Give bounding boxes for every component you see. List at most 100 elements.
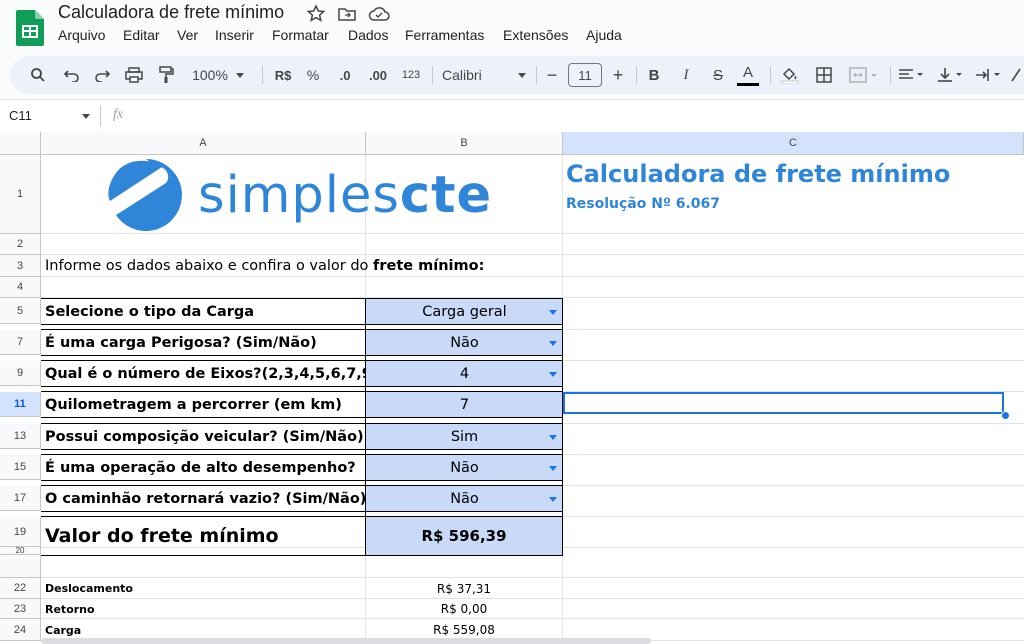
intro-bold: frete mínimo: — [373, 258, 485, 274]
form-dropdown-alto-desempenho[interactable]: Não — [366, 455, 563, 480]
zoom-select[interactable]: 100% — [188, 56, 248, 94]
menu-formatar[interactable]: Formatar — [272, 27, 329, 43]
text-wrapping-icon[interactable] — [972, 56, 1006, 94]
menu-arquivo[interactable]: Arquivo — [58, 27, 105, 43]
form-dropdown-tipo-carga[interactable]: Carga geral — [366, 299, 563, 324]
form-label-alto-desempenho: É uma operação de alto desempenho? — [45, 459, 356, 476]
text-color-button[interactable]: A — [736, 56, 760, 94]
row-header[interactable]: 19 — [0, 517, 41, 547]
form-value: 4 — [459, 365, 470, 382]
vertical-align-icon[interactable] — [934, 56, 968, 94]
row-header[interactable]: 22 — [0, 578, 41, 599]
horizontal-align-icon[interactable] — [896, 56, 928, 94]
form-dropdown-eixos[interactable]: 4 — [366, 361, 563, 386]
horizontal-scrollbar[interactable] — [41, 638, 651, 644]
form-dropdown-composicao[interactable]: Sim — [366, 424, 563, 449]
dropdown-arrow-icon[interactable] — [549, 309, 557, 315]
menu-extensoes[interactable]: Extensões — [503, 27, 568, 43]
row-header[interactable]: 13 — [0, 424, 41, 449]
row-header[interactable]: 1 — [0, 155, 41, 234]
text-color-letter: A — [742, 63, 753, 81]
name-box-value: C11 — [9, 108, 32, 123]
increase-decimals-button[interactable]: .00 — [364, 56, 392, 94]
fill-color-icon[interactable] — [778, 56, 802, 94]
dropdown-arrow-icon[interactable] — [549, 371, 557, 377]
row-header[interactable]: 3 — [0, 255, 41, 277]
cloud-saved-icon[interactable] — [368, 4, 390, 24]
select-all-corner[interactable] — [0, 132, 41, 155]
row-header-hidden-gap — [0, 555, 41, 578]
form-dropdown-retorno-vazio[interactable]: Não — [366, 486, 563, 511]
currency-format-button[interactable]: R$ — [270, 56, 296, 94]
borders-icon[interactable] — [812, 56, 836, 94]
row-header[interactable]: 20 — [0, 547, 41, 555]
merge-cells-icon[interactable] — [844, 56, 884, 94]
italic-button[interactable]: I — [674, 56, 698, 94]
row-header[interactable]: 4 — [0, 277, 41, 298]
more-formats-button[interactable]: 123 — [398, 56, 424, 94]
percent-format-button[interactable]: % — [302, 56, 324, 94]
row-header[interactable]: 23 — [0, 599, 41, 619]
font-family-value: Calibri — [442, 67, 482, 83]
selected-cell-c11[interactable] — [563, 392, 1004, 414]
menu-ver[interactable]: Ver — [177, 27, 198, 43]
row-header[interactable]: 17 — [0, 486, 41, 511]
form-value: 7 — [459, 396, 470, 413]
decrease-decimals-button[interactable]: .0 — [332, 56, 358, 94]
form-dropdown-carga-perigosa[interactable]: Não — [366, 330, 563, 355]
move-to-folder-icon[interactable] — [337, 4, 357, 24]
redo-icon[interactable] — [90, 56, 114, 94]
form-value: Não — [450, 334, 479, 351]
result-value: R$ 596,39 — [366, 517, 562, 555]
star-icon[interactable] — [306, 4, 326, 24]
row-header[interactable]: 5 — [0, 298, 41, 324]
bold-button[interactable]: B — [642, 56, 666, 94]
menu-inserir[interactable]: Inserir — [215, 27, 254, 43]
column-header-b[interactable]: B — [366, 132, 563, 155]
row-header[interactable]: 9 — [0, 361, 41, 386]
row-header[interactable]: 15 — [0, 455, 41, 480]
fill-handle[interactable] — [1001, 411, 1010, 420]
menu-dados[interactable]: Dados — [348, 27, 388, 43]
undo-icon[interactable] — [60, 56, 84, 94]
menu-ferramentas[interactable]: Ferramentas — [405, 27, 484, 43]
form-value: Carga geral — [422, 303, 507, 320]
intro-prefix: Informe os dados abaixo e confira o valo… — [45, 258, 374, 274]
menu-editar[interactable]: Editar — [123, 27, 160, 43]
row-header[interactable]: 24 — [0, 619, 41, 641]
column-header-a[interactable]: A — [41, 132, 366, 155]
search-menus-icon[interactable] — [26, 56, 50, 94]
chevron-down-icon — [518, 72, 526, 78]
dropdown-arrow-icon[interactable] — [549, 434, 557, 440]
form-label-quilometragem: Quilometragem a percorrer (em km) — [45, 396, 342, 413]
paint-format-icon[interactable] — [154, 56, 178, 94]
font-size-field[interactable]: 11 — [568, 56, 602, 94]
google-sheets-logo-icon[interactable] — [16, 10, 44, 46]
logo-text-bold: cte — [399, 165, 493, 225]
text-rotation-icon[interactable] — [1008, 56, 1024, 94]
decrease-font-size-icon[interactable]: − — [542, 56, 562, 94]
print-icon[interactable] — [122, 56, 146, 94]
menu-ajuda[interactable]: Ajuda — [586, 27, 622, 43]
strikethrough-button[interactable]: S — [706, 56, 730, 94]
row-header[interactable]: 2 — [0, 234, 41, 255]
form-input-quilometragem[interactable]: 7 — [366, 392, 563, 417]
column-header-c[interactable]: C — [563, 132, 1024, 155]
dropdown-arrow-icon[interactable] — [549, 496, 557, 502]
toolbar: 100% R$ % .0 .00 123 Calibri − 11 + B I … — [10, 56, 1024, 94]
spreadsheet-grid: A B C 1 2 3 4 5 7 9 11 13 15 17 19 20 22… — [0, 132, 1024, 644]
font-family-select[interactable]: Calibri — [442, 56, 526, 94]
document-title[interactable]: Calculadora de frete mínimo — [58, 2, 284, 23]
dropdown-arrow-icon[interactable] — [549, 340, 557, 346]
simplescte-logo-text: simples cte — [198, 157, 492, 233]
zoom-value: 100% — [192, 67, 228, 83]
formula-bar[interactable]: fx — [101, 100, 1024, 132]
dropdown-arrow-icon[interactable] — [549, 465, 557, 471]
calculator-title: Calculadora de frete mínimo — [566, 160, 951, 188]
row-header[interactable]: 7 — [0, 330, 41, 355]
row-header-selected[interactable]: 11 — [0, 392, 41, 417]
breakdown-label-deslocamento: Deslocamento — [45, 582, 133, 595]
name-box[interactable]: C11 — [0, 100, 100, 132]
increase-font-size-icon[interactable]: + — [608, 56, 628, 94]
breakdown-value-deslocamento: R$ 37,31 — [436, 581, 492, 596]
